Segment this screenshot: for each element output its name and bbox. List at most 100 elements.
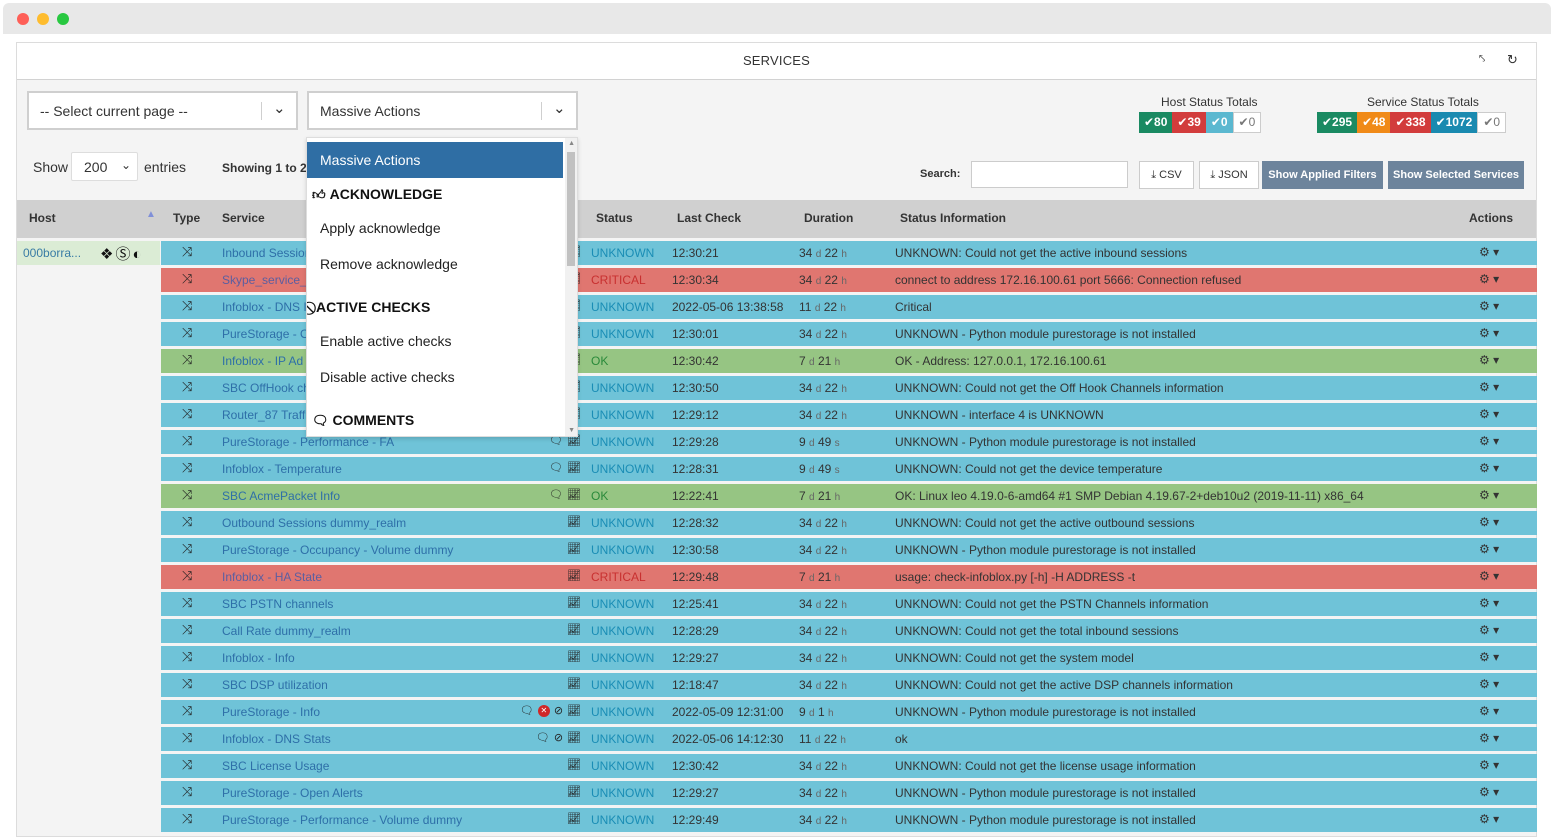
table-row[interactable]: ⤨ PureStorage - Info 🗨︎ ✕ ⊘ 📈︎ UNKNOWN 2022-05-…	[161, 700, 1537, 724]
scroll-down-icon[interactable]: ▼	[568, 427, 575, 434]
col-status[interactable]: Status	[596, 211, 633, 225]
compress-icon[interactable]: ⤣	[1479, 53, 1485, 66]
table-row[interactable]: ⤨ Call Rate dummy_realm 📈︎ UNKNOWN 12:28:29 3…	[161, 619, 1537, 643]
actions-menu-button[interactable]: ⚙ ▾	[1479, 407, 1499, 421]
comment-icon[interactable]: 🗨︎	[549, 489, 563, 501]
service-link[interactable]: SBC License Usage	[222, 759, 329, 773]
service-link[interactable]: Router_87 Traffi	[222, 408, 308, 422]
show-selected-services-button[interactable]: Show Selected Services	[1388, 161, 1524, 189]
service-link[interactable]: Infoblox - Temperature	[222, 462, 342, 476]
status-badge[interactable]: ✔1072	[1430, 112, 1478, 133]
show-applied-filters-button[interactable]: Show Applied Filters	[1262, 161, 1383, 189]
service-link[interactable]: SBC OffHook ch	[222, 381, 310, 395]
notifications-disabled-icon[interactable]: ✕	[537, 705, 550, 718]
table-row[interactable]: ⤨ SBC PSTN channels 📈︎ UNKNOWN 12:25:41 34 d …	[161, 592, 1537, 616]
actions-menu-button[interactable]: ⚙ ▾	[1479, 542, 1499, 556]
actions-menu-button[interactable]: ⚙ ▾	[1479, 704, 1499, 718]
csv-download-button[interactable]: ⤓ CSV	[1139, 161, 1194, 189]
dropdown-option-enable-active-checks[interactable]: Enable active checks	[307, 333, 563, 349]
service-link[interactable]: Infoblox - IP Ad	[222, 354, 303, 368]
service-link[interactable]: PureStorage - Occupancy - Volume dummy	[222, 543, 453, 557]
col-host[interactable]: Host	[29, 211, 56, 225]
actions-menu-button[interactable]: ⚙ ▾	[1479, 623, 1499, 637]
service-link[interactable]: PureStorage - Open Alerts	[222, 786, 363, 800]
service-link[interactable]: PureStorage - O	[222, 327, 309, 341]
actions-menu-button[interactable]: ⚙ ▾	[1479, 245, 1499, 259]
comment-icon[interactable]: 🗨︎	[549, 462, 563, 474]
actions-menu-button[interactable]: ⚙ ▾	[1479, 488, 1499, 502]
col-service[interactable]: Service	[222, 211, 265, 225]
actions-menu-button[interactable]: ⚙ ▾	[1479, 785, 1499, 799]
table-row[interactable]: ⤨ Infoblox - Info 📈︎ UNKNOWN 12:29:27 34 d 22…	[161, 646, 1537, 670]
comment-icon[interactable]: 🗨︎	[536, 732, 550, 744]
host-link[interactable]: 000borra...	[23, 246, 81, 260]
page-select[interactable]: -- Select current page -- ⌄	[27, 91, 298, 130]
col-status-information[interactable]: Status Information	[900, 211, 1006, 225]
col-type[interactable]: Type	[173, 211, 200, 225]
service-link[interactable]: Call Rate dummy_realm	[222, 624, 351, 638]
status-badge[interactable]: ✔0	[1477, 112, 1507, 133]
actions-menu-button[interactable]: ⚙ ▾	[1479, 461, 1499, 475]
actions-menu-button[interactable]: ⚙ ▾	[1479, 650, 1499, 664]
entries-select[interactable]: 200 ⌄	[71, 152, 138, 181]
table-row[interactable]: ⤨ PureStorage - Open Alerts 📈︎ UNKNOWN 12:29…	[161, 781, 1537, 805]
chart-icon[interactable]: 📈︎	[567, 570, 581, 582]
service-link[interactable]: SBC AcmePacket Info	[222, 489, 340, 503]
chart-icon[interactable]: 📈︎	[567, 489, 581, 501]
search-input[interactable]	[971, 161, 1128, 188]
service-link[interactable]: SBC DSP utilization	[222, 678, 328, 692]
dropdown-option-disable-active-checks[interactable]: Disable active checks	[307, 369, 563, 385]
comment-icon[interactable]: 🗨︎	[520, 705, 534, 717]
service-link[interactable]: SBC PSTN channels	[222, 597, 333, 611]
massive-actions-select[interactable]: Massive Actions ⌄	[307, 91, 578, 130]
chart-icon[interactable]: 📈︎	[567, 624, 581, 636]
chart-icon[interactable]: 📈︎	[567, 597, 581, 609]
sort-asc-icon[interactable]: ▲	[146, 209, 156, 220]
status-badge[interactable]: ✔48	[1357, 112, 1391, 133]
scroll-up-icon[interactable]: ▲	[568, 140, 575, 147]
service-link[interactable]: Outbound Sessions dummy_realm	[222, 516, 406, 530]
table-row[interactable]: ⤨ Infoblox - HA State 📈︎ CRITICAL 12:29:48 7 …	[161, 565, 1537, 589]
dropdown-scrollbar[interactable]: ▲ ▼	[565, 138, 577, 436]
table-row[interactable]: ⤨ PureStorage - Performance - Volume dumm…	[161, 808, 1537, 832]
actions-menu-button[interactable]: ⚙ ▾	[1479, 434, 1499, 448]
chart-icon[interactable]: 📈︎	[567, 651, 581, 663]
status-badge[interactable]: ✔0	[1205, 112, 1233, 133]
actions-menu-button[interactable]: ⚙ ▾	[1479, 353, 1499, 367]
maximize-window-button[interactable]	[57, 13, 69, 25]
service-link[interactable]: Inbound Sessions	[222, 246, 317, 260]
minimize-window-button[interactable]	[37, 13, 49, 25]
service-link[interactable]: Skype_service_d	[222, 273, 313, 287]
table-row[interactable]: ⤨ PureStorage - Occupancy - Volume dummy 📈…	[161, 538, 1537, 562]
chart-icon[interactable]: 📈︎	[567, 732, 581, 744]
chart-icon[interactable]: 📈︎	[567, 516, 581, 528]
actions-menu-button[interactable]: ⚙ ▾	[1479, 326, 1499, 340]
service-link[interactable]: Infoblox - DNS Stats	[222, 732, 331, 746]
actions-menu-button[interactable]: ⚙ ▾	[1479, 677, 1499, 691]
table-row[interactable]: ⤨ Infoblox - Temperature 🗨︎ 📈︎ UNKNOWN 12:28:…	[161, 457, 1537, 481]
status-badge[interactable]: ✔80	[1139, 112, 1173, 133]
actions-menu-button[interactable]: ⚙ ▾	[1479, 569, 1499, 583]
service-link[interactable]: PureStorage - Info	[222, 705, 320, 719]
service-link[interactable]: Infoblox - DNS I	[222, 300, 307, 314]
table-row[interactable]: ⤨ SBC License Usage 📈︎ UNKNOWN 12:30:42 34 d …	[161, 754, 1537, 778]
table-row[interactable]: ⤨ SBC DSP utilization 📈︎ UNKNOWN 12:18:47 34 …	[161, 673, 1537, 697]
status-badge[interactable]: ✔39	[1172, 112, 1206, 133]
close-window-button[interactable]	[17, 13, 29, 25]
scrollbar-thumb[interactable]	[567, 152, 575, 266]
dropdown-option-selected[interactable]: Massive Actions	[307, 142, 563, 178]
chart-icon[interactable]: 📈︎	[567, 759, 581, 771]
chart-icon[interactable]: 📈︎	[567, 543, 581, 555]
actions-menu-button[interactable]: ⚙ ▾	[1479, 299, 1499, 313]
actions-menu-button[interactable]: ⚙ ▾	[1479, 515, 1499, 529]
actions-menu-button[interactable]: ⚙ ▾	[1479, 272, 1499, 286]
table-row[interactable]: ⤨ Infoblox - DNS Stats 🗨︎ ⊘ 📈︎ UNKNOWN 2022-05…	[161, 727, 1537, 751]
actions-menu-button[interactable]: ⚙ ▾	[1479, 596, 1499, 610]
service-link[interactable]: Infoblox - HA State	[222, 570, 322, 584]
dropdown-option-remove-acknowledge[interactable]: Remove acknowledge	[307, 256, 563, 272]
table-row[interactable]: ⤨ Outbound Sessions dummy_realm 📈︎ UNKNOWN 1…	[161, 511, 1537, 535]
service-link[interactable]: Infoblox - Info	[222, 651, 295, 665]
chart-icon[interactable]: 📈︎	[567, 462, 581, 474]
chart-icon[interactable]: 📈︎	[567, 678, 581, 690]
dropdown-option-apply-acknowledge[interactable]: Apply acknowledge	[307, 220, 563, 236]
